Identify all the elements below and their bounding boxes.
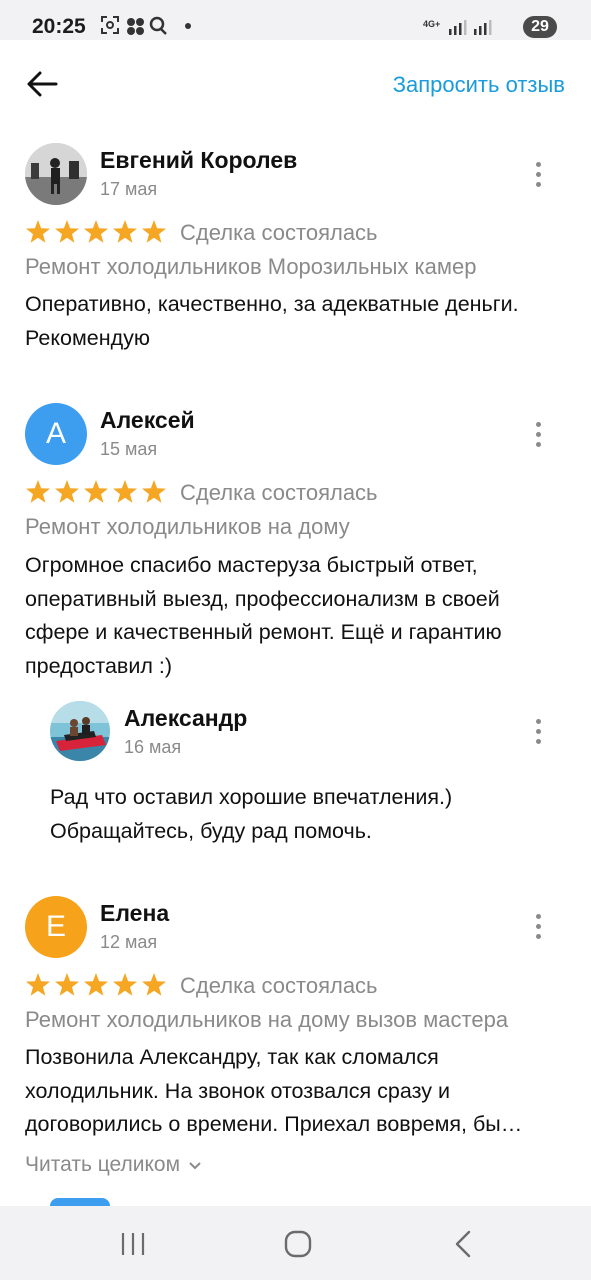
svg-text:4G+: 4G+ <box>423 19 440 29</box>
star-icon <box>55 480 79 503</box>
star-icon <box>55 220 79 243</box>
more-options-icon[interactable] <box>526 420 550 450</box>
avatar-photo <box>25 143 87 205</box>
star-icon <box>26 220 50 243</box>
chevron-down-icon <box>189 1162 201 1170</box>
back-button[interactable] <box>24 66 60 102</box>
screenshot-icon <box>101 16 119 34</box>
read-more-link[interactable]: Читать целиком <box>25 1153 202 1177</box>
more-options-icon[interactable] <box>526 912 550 942</box>
star-icon <box>84 480 108 503</box>
star-icon <box>142 973 166 996</box>
recents-icon <box>121 1233 145 1255</box>
reply-author: Александр <box>124 705 248 731</box>
star-icon <box>142 220 166 243</box>
avatar-letter: Е <box>45 910 66 943</box>
star-icon <box>26 480 50 503</box>
review-service: Ремонт холодильников на дому <box>25 514 350 539</box>
rating-stars <box>26 220 166 243</box>
review-date: 12 мая <box>100 932 158 952</box>
star-icon <box>113 480 137 503</box>
back-icon <box>455 1230 471 1258</box>
deal-status: Сделка состоялась <box>180 480 378 505</box>
avatar[interactable]: А <box>25 403 87 465</box>
search-icon <box>149 16 167 35</box>
star-icon <box>26 973 50 996</box>
read-more-label: Читать целиком <box>25 1153 181 1176</box>
star-icon <box>113 973 137 996</box>
star-icon <box>55 973 79 996</box>
recents-button[interactable] <box>111 1222 155 1266</box>
rating-stars <box>26 973 166 996</box>
review-text: Оперативно, качественно, за адекватные д… <box>25 292 519 350</box>
status-bar: 20:25 4G+ 29 <box>0 0 591 40</box>
navigation-bar <box>0 1206 591 1280</box>
home-icon <box>284 1230 312 1258</box>
status-notification-icons <box>101 16 191 35</box>
deal-status: Сделка состоялась <box>180 220 378 245</box>
review-text: Позвонила Александру, так как сломался х… <box>25 1045 523 1136</box>
next-avatar-partial <box>50 1198 110 1206</box>
avatar[interactable]: Е <box>25 896 87 958</box>
avatar-letter: А <box>45 417 66 450</box>
review-text: Огромное спасибо мастеруза быстрый ответ… <box>25 553 502 678</box>
apps-icon <box>127 18 144 35</box>
back-nav-button[interactable] <box>441 1222 485 1266</box>
review-author: Евгений Королев <box>100 147 298 173</box>
rating-stars <box>26 480 166 503</box>
reply-avatar[interactable] <box>50 701 110 761</box>
review-service: Ремонт холодильников на дому вызов масте… <box>25 1007 509 1032</box>
reply-text: Рад что оставил хорошие впечатления.) Об… <box>50 785 453 843</box>
deal-status: Сделка состоялась <box>180 973 378 998</box>
review-author: Елена <box>100 900 170 926</box>
more-options-icon[interactable] <box>526 717 550 747</box>
request-review-button[interactable]: Запросить отзыв <box>393 72 565 98</box>
reply-date: 16 мая <box>124 737 182 757</box>
avatar-photo <box>50 701 110 761</box>
star-icon <box>113 220 137 243</box>
dot-icon <box>185 23 191 29</box>
star-icon <box>84 220 108 243</box>
review-date: 17 мая <box>100 179 158 199</box>
review-author: Алексей <box>100 407 195 433</box>
review-service: Ремонт холодильников Морозильных камер <box>25 254 477 279</box>
review-date: 15 мая <box>100 439 158 459</box>
avatar[interactable] <box>25 143 87 205</box>
more-options-icon[interactable] <box>526 160 550 190</box>
star-icon <box>142 480 166 503</box>
star-icon <box>84 973 108 996</box>
home-button[interactable] <box>276 1222 320 1266</box>
signal-icon: 4G+ <box>423 19 492 35</box>
status-time: 20:25 <box>32 15 86 38</box>
battery-icon: 29 <box>523 16 557 38</box>
arrow-left-icon <box>27 71 58 97</box>
